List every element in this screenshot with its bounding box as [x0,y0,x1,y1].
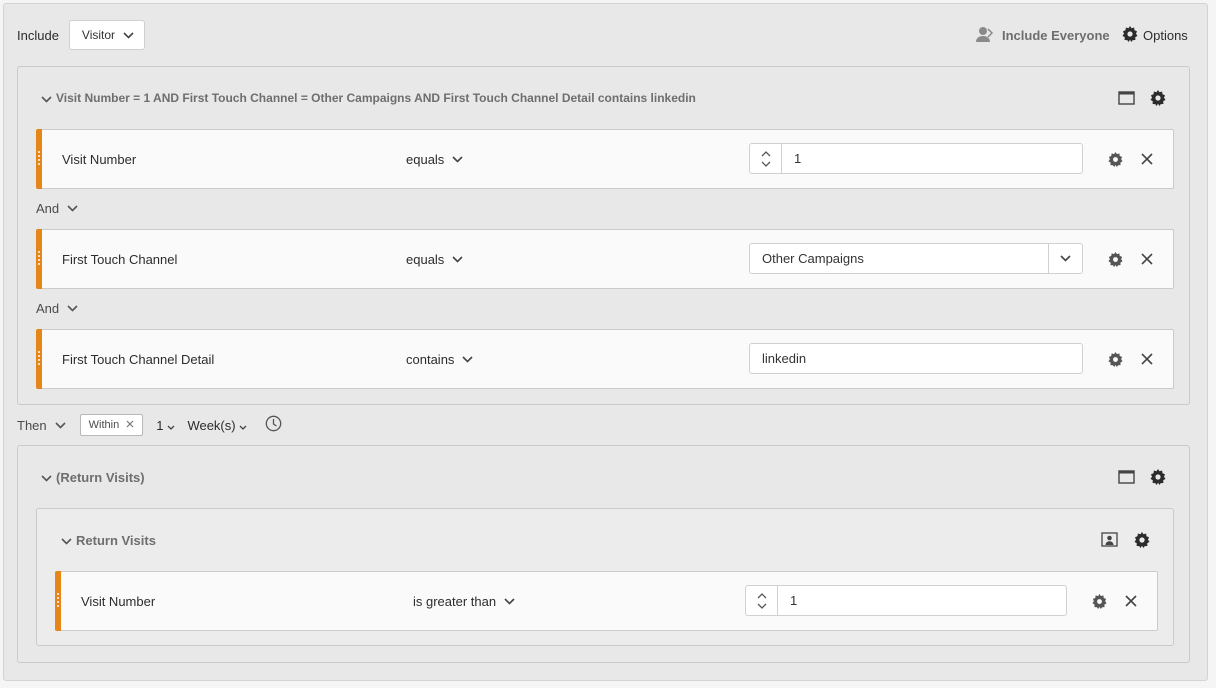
chevron-down-icon [67,205,78,212]
gear-icon[interactable] [1106,150,1124,168]
close-icon[interactable] [126,419,134,431]
logic-connector[interactable]: And [36,301,78,316]
window-icon[interactable] [1117,90,1135,106]
value-input[interactable] [778,586,1066,615]
stepper-arrows[interactable] [750,144,782,173]
chevron-down-icon [41,91,52,106]
container-2-title-text: (Return Visits) [56,469,145,485]
window-icon[interactable] [1117,469,1135,485]
options-button[interactable]: Options [1122,25,1188,45]
gear-icon[interactable] [1090,592,1108,610]
operator-select[interactable]: equals [406,152,463,167]
inner-container-title-text: Return Visits [76,532,156,548]
chevron-down-icon [123,31,134,39]
value-dropdown[interactable]: Other Campaigns [749,243,1083,274]
chevron-down-icon [167,418,175,433]
operator-select[interactable]: is greater than [413,594,515,609]
rule-dimension: Visit Number [62,152,137,167]
drag-handle[interactable] [36,329,42,389]
operator-select[interactable]: equals [406,252,463,267]
value-stepper-field[interactable] [745,585,1067,616]
then-select[interactable]: Then [17,418,66,433]
within-tag[interactable]: Within [79,414,144,436]
container-2-title[interactable]: (Return Visits) [41,469,145,485]
value-input[interactable] [782,144,1082,173]
value-stepper-field[interactable] [749,143,1083,174]
chevron-down-icon [239,418,247,433]
clock-icon[interactable] [265,415,282,435]
gear-icon [1122,25,1138,45]
close-icon[interactable] [1138,150,1156,168]
gear-icon[interactable] [1133,531,1151,549]
operator-label: equals [406,252,445,267]
drag-handle[interactable] [36,229,42,289]
sequence-row: Then Within 1 Week(s) [17,414,282,436]
visit-container-icon[interactable] [1100,531,1118,549]
drag-handle[interactable] [36,129,42,189]
chevron-down-icon [462,356,473,363]
unit-value: Week(s) [187,417,236,433]
gear-icon[interactable] [1149,89,1167,107]
include-row: Include Visitor [17,20,146,50]
options-label: Options [1143,27,1188,43]
inner-container-title[interactable]: Return Visits [61,532,156,548]
chevron-down-icon [67,305,78,312]
value-input[interactable] [750,344,1082,373]
stepper-arrows[interactable] [746,586,778,615]
logic-connector[interactable]: And [36,201,78,216]
connector-label: And [36,201,60,216]
close-icon[interactable] [1138,250,1156,268]
operator-label: is greater than [413,594,497,609]
close-icon[interactable] [1122,592,1140,610]
count-value: 1 [156,417,164,433]
dropdown-toggle[interactable] [1048,244,1082,273]
then-label: Then [17,417,47,433]
close-icon[interactable] [1138,350,1156,368]
include-label: Include [17,27,59,43]
rule-dimension: First Touch Channel Detail [62,352,215,367]
include-everyone-button[interactable]: Include Everyone [976,25,1110,45]
gear-icon[interactable] [1106,350,1124,368]
chevron-down-icon [1060,255,1071,262]
drag-handle[interactable] [55,571,61,631]
container-1-title-text: Visit Number = 1 AND First Touch Channel… [56,91,696,105]
connector-label: And [36,301,60,316]
context-value: Visitor [81,28,116,42]
chevron-down-icon [504,598,515,605]
rule-dimension: First Touch Channel [62,252,178,267]
operator-label: equals [406,152,445,167]
gear-icon[interactable] [1149,468,1167,486]
context-select[interactable]: Visitor [68,20,146,50]
count-select[interactable]: 1 [156,418,175,433]
chevron-down-icon [452,156,463,163]
operator-select[interactable]: contains [406,352,473,367]
within-label: Within [88,419,120,431]
chevron-down-icon [452,256,463,263]
container-1-title[interactable]: Visit Number = 1 AND First Touch Channel… [41,90,696,106]
rule-dimension: Visit Number [81,594,156,609]
dropdown-value: Other Campaigns [762,251,864,266]
operator-label: contains [406,352,455,367]
chevron-down-icon [61,533,72,548]
include-everyone-label: Include Everyone [1002,27,1110,43]
unit-select[interactable]: Week(s) [187,417,247,433]
chevron-down-icon [41,470,52,485]
gear-icon[interactable] [1106,250,1124,268]
user-icon [976,26,994,45]
value-text-field[interactable] [749,343,1083,374]
chevron-down-icon [55,421,66,429]
